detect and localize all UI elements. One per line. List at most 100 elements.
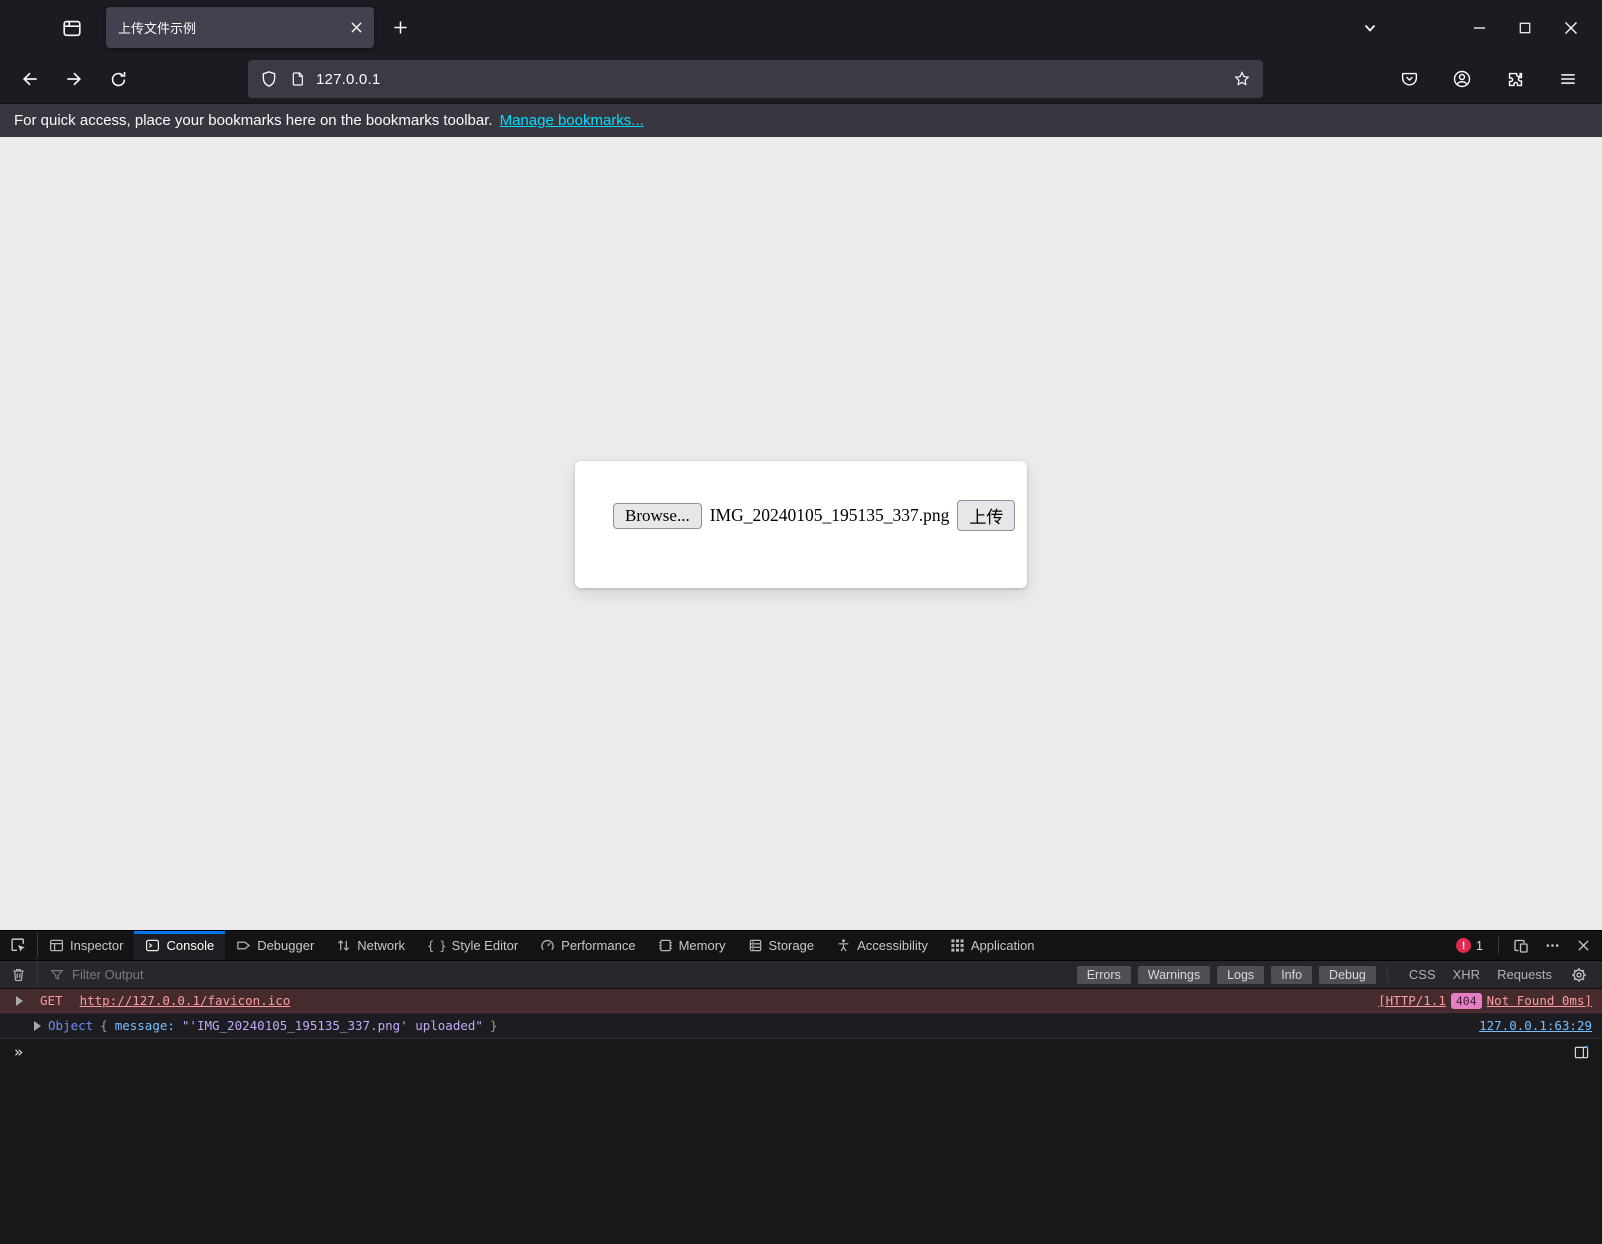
- console-settings-button[interactable]: [1566, 963, 1592, 987]
- accessibility-person-icon: [836, 938, 851, 953]
- tab-label: Memory: [679, 938, 726, 953]
- forward-button[interactable]: [56, 61, 92, 97]
- status-prefix: [HTTP/1.1: [1378, 993, 1446, 1008]
- devtools-tab-console[interactable]: Console: [134, 931, 225, 960]
- memory-chip-icon: [658, 938, 673, 953]
- filter-xhr-button[interactable]: XHR: [1453, 967, 1480, 982]
- manage-bookmarks-link[interactable]: Manage bookmarks...: [500, 112, 644, 129]
- filter-css-button[interactable]: CSS: [1409, 967, 1436, 982]
- filter-debug-button[interactable]: Debug: [1319, 966, 1376, 984]
- network-arrows-icon: [336, 938, 351, 953]
- bookmark-star-icon[interactable]: [1233, 70, 1251, 88]
- back-button[interactable]: [12, 61, 48, 97]
- error-badge-icon[interactable]: !: [1456, 938, 1471, 953]
- element-picker-icon: [10, 937, 27, 954]
- console-network-error-row[interactable]: GET http://127.0.0.1/favicon.ico [HTTP/1…: [0, 989, 1602, 1013]
- devtools-close-button[interactable]: [1570, 934, 1596, 958]
- filter-output-input[interactable]: [72, 967, 392, 982]
- close-icon: [1577, 939, 1590, 952]
- braces-icon: { }: [427, 939, 446, 953]
- devtools-tabbar: Inspector Console Debugger: [0, 931, 1602, 961]
- open-brace: {: [100, 1018, 108, 1033]
- tab-close-button[interactable]: [344, 16, 368, 40]
- upload-button[interactable]: 上传: [957, 500, 1015, 531]
- url-text[interactable]: 127.0.0.1: [316, 71, 1233, 88]
- tracking-protection-shield-icon[interactable]: [260, 70, 278, 88]
- account-icon: [1452, 69, 1472, 89]
- devtools-tab-storage[interactable]: Storage: [737, 931, 826, 960]
- devtools-tab-network[interactable]: Network: [325, 931, 416, 960]
- pocket-icon: [1400, 70, 1419, 89]
- devtools-menu-button[interactable]: [1539, 934, 1565, 958]
- upload-card: Browse... IMG_20240105_195135_337.png 上传: [575, 461, 1027, 588]
- tab-label: Style Editor: [452, 938, 518, 953]
- expand-triangle-icon[interactable]: [16, 996, 23, 1006]
- reload-button[interactable]: [100, 61, 136, 97]
- tab-label: Application: [971, 938, 1035, 953]
- console-input-row[interactable]: »: [0, 1039, 1602, 1065]
- object-string-value: "'IMG_20240105_195135_337.png' uploaded": [182, 1018, 483, 1033]
- filter-info-button[interactable]: Info: [1271, 966, 1312, 984]
- devtools-tab-inspector[interactable]: Inspector: [38, 931, 134, 960]
- divider: [1387, 966, 1388, 983]
- debugger-icon: [236, 938, 251, 953]
- grid-icon: [950, 938, 965, 953]
- window-minimize-button[interactable]: [1456, 7, 1502, 49]
- funnel-icon: [50, 968, 64, 982]
- url-bar[interactable]: 127.0.0.1: [248, 60, 1263, 98]
- devtools-tab-style-editor[interactable]: { } Style Editor: [416, 931, 529, 960]
- console-filterbar: Errors Warnings Logs Info Debug CSS XHR …: [0, 961, 1602, 989]
- filter-logs-button[interactable]: Logs: [1217, 966, 1264, 984]
- puzzle-piece-icon: [1506, 70, 1525, 89]
- object-property: message:: [115, 1018, 175, 1033]
- clear-console-button[interactable]: [0, 961, 38, 988]
- filter-requests-button[interactable]: Requests: [1497, 967, 1552, 982]
- close-brace: }: [490, 1018, 498, 1033]
- page-info-icon[interactable]: [290, 71, 306, 87]
- pick-element-button[interactable]: [0, 931, 38, 960]
- infobar-text: For quick access, place your bookmarks h…: [14, 112, 493, 129]
- extensions-button[interactable]: [1497, 61, 1533, 97]
- window-maximize-button[interactable]: [1502, 7, 1548, 49]
- browser-titlebar: 上传文件示例: [0, 0, 1602, 55]
- tab-label: Debugger: [257, 938, 314, 953]
- console-log-row[interactable]: Object { message: "'IMG_20240105_195135_…: [0, 1013, 1602, 1039]
- status-suffix: Not Found 0ms]: [1487, 993, 1592, 1008]
- menu-button[interactable]: [1550, 61, 1586, 97]
- browse-button[interactable]: Browse...: [613, 503, 702, 529]
- new-tab-button[interactable]: [384, 12, 416, 44]
- firefox-view-button[interactable]: [54, 10, 90, 46]
- devtools-tab-debugger[interactable]: Debugger: [225, 931, 325, 960]
- upload-form: Browse... IMG_20240105_195135_337.png 上传: [613, 500, 1027, 531]
- devtools-tab-memory[interactable]: Memory: [647, 931, 737, 960]
- bookmarks-toolbar-hint: For quick access, place your bookmarks h…: [0, 103, 1602, 137]
- request-url-link[interactable]: http://127.0.0.1/favicon.ico: [80, 993, 291, 1008]
- devtools-toolbar-right: ! 1: [1456, 931, 1602, 960]
- devtools-tab-performance[interactable]: Performance: [529, 931, 646, 960]
- multiline-editor-toggle-button[interactable]: [1568, 1041, 1594, 1063]
- list-all-tabs-button[interactable]: [1350, 8, 1390, 48]
- expand-triangle-icon[interactable]: [34, 1021, 41, 1031]
- browser-tab[interactable]: 上传文件示例: [106, 7, 374, 48]
- response-status-link[interactable]: [HTTP/1.1404Not Found 0ms]: [1378, 993, 1592, 1009]
- pocket-button[interactable]: [1391, 61, 1427, 97]
- account-button[interactable]: [1444, 61, 1480, 97]
- object-class: Object: [48, 1018, 93, 1033]
- meatball-menu-icon: [1545, 938, 1560, 953]
- tab-label: Console: [166, 938, 214, 953]
- log-source-location-link[interactable]: 127.0.0.1:63:29: [1479, 1018, 1592, 1033]
- page-viewport: Browse... IMG_20240105_195135_337.png 上传: [0, 137, 1602, 930]
- arrow-right-icon: [64, 69, 84, 89]
- plus-icon: [393, 20, 408, 35]
- error-count: 1: [1476, 939, 1483, 953]
- window-close-button[interactable]: [1548, 7, 1594, 49]
- devtools-tab-accessibility[interactable]: Accessibility: [825, 931, 939, 960]
- filter-warnings-button[interactable]: Warnings: [1138, 966, 1210, 984]
- performance-gauge-icon: [540, 938, 555, 953]
- editor-pane-icon: [1574, 1045, 1589, 1060]
- responsive-design-mode-button[interactable]: [1508, 934, 1534, 958]
- console-empty-area[interactable]: [0, 1065, 1602, 1244]
- hamburger-icon: [1559, 70, 1577, 88]
- devtools-tab-application[interactable]: Application: [939, 931, 1046, 960]
- filter-errors-button[interactable]: Errors: [1077, 966, 1131, 984]
